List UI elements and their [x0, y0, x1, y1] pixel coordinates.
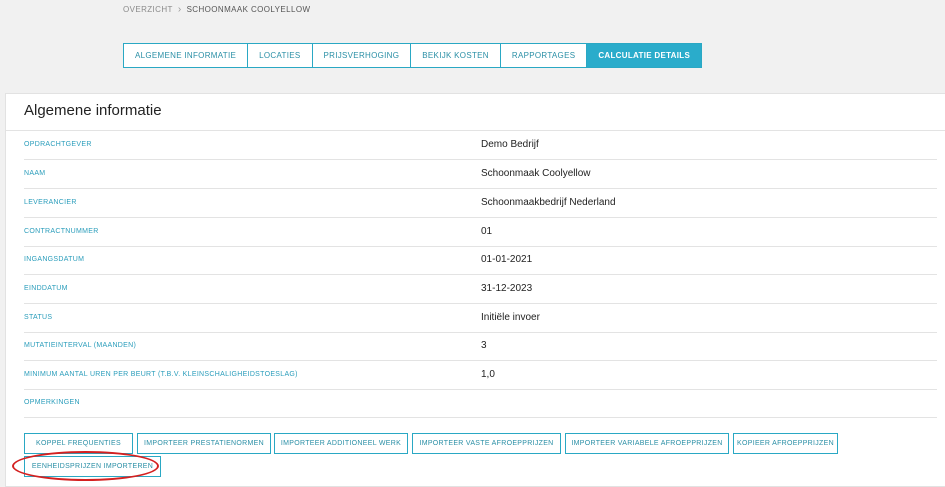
info-row-contractnummer: CONTRACTNUMMER 01 — [24, 218, 937, 247]
row-value: 01 — [481, 226, 493, 237]
tab-prijsverhoging[interactable]: PRIJSVERHOGING — [312, 43, 412, 68]
card-title: Algemene informatie — [24, 102, 162, 119]
info-row-ingangsdatum: INGANGSDATUM 01-01-2021 — [24, 246, 937, 275]
row-label: MUTATIEINTERVAL (MAANDEN) — [24, 342, 137, 349]
breadcrumb-current: SCHOONMAAK COOLYELLOW — [186, 5, 311, 14]
info-row-leverancier: LEVERANCIER Schoonmaakbedrijf Nederland — [24, 189, 937, 218]
tab-algemene-informatie[interactable]: ALGEMENE INFORMATIE — [123, 43, 249, 68]
kopieer-afroepprijzen-button[interactable]: KOPIEER AFROEPPRIJZEN — [733, 433, 838, 454]
info-row-minimum-uren: MINIMUM AANTAL UREN PER BEURT (T.B.V. KL… — [24, 361, 937, 390]
eenheidsprijzen-importeren-button[interactable]: EENHEIDSPRIJZEN IMPORTEREN — [24, 456, 161, 477]
importeer-variabele-afroepprijzen-button[interactable]: IMPORTEER VARIABELE AFROEPPRIJZEN — [565, 433, 729, 454]
row-label: CONTRACTNUMMER — [24, 228, 99, 235]
row-value: 01-01-2021 — [481, 254, 533, 265]
info-row-einddatum: EINDDATUM 31-12-2023 — [24, 275, 937, 304]
koppel-frequenties-button[interactable]: KOPPEL FREQUENTIES — [24, 433, 133, 454]
row-label: INGANGSDATUM — [24, 256, 85, 263]
tab-bar: ALGEMENE INFORMATIE LOCATIES PRIJSVERHOG… — [123, 43, 703, 68]
row-value: Schoonmaak Coolyellow — [481, 168, 591, 179]
general-info-card: Algemene informatie OPDRACHTGEVER Demo B… — [5, 93, 945, 487]
importeer-prestatienormen-button[interactable]: IMPORTEER PRESTATIENORMEN — [137, 433, 271, 454]
info-row-opmerkingen: OPMERKINGEN — [24, 389, 937, 418]
importeer-additioneel-werk-button[interactable]: IMPORTEER ADDITIONEEL WERK — [274, 433, 408, 454]
info-row-naam: NAAM Schoonmaak Coolyellow — [24, 160, 937, 189]
importeer-vaste-afroepprijzen-button[interactable]: IMPORTEER VASTE AFROEPPRIJZEN — [412, 433, 561, 454]
row-label: OPDRACHTGEVER — [24, 141, 92, 148]
row-value: 3 — [481, 340, 487, 351]
row-label: OPMERKINGEN — [24, 399, 80, 406]
info-row-mutatieinterval: MUTATIEINTERVAL (MAANDEN) 3 — [24, 332, 937, 361]
tab-calculatie-details[interactable]: CALCULATIE DETAILS — [587, 43, 703, 68]
tab-rapportages[interactable]: RAPPORTAGES — [500, 43, 588, 68]
info-row-opdrachtgever: OPDRACHTGEVER Demo Bedrijf — [24, 131, 937, 160]
row-value: Demo Bedrijf — [481, 139, 539, 150]
row-label: EINDDATUM — [24, 285, 68, 292]
row-label: NAAM — [24, 170, 46, 177]
breadcrumb: OVERZICHT › SCHOONMAAK COOLYELLOW — [123, 4, 310, 15]
row-value: 31-12-2023 — [481, 283, 533, 294]
chevron-right-icon: › — [177, 4, 182, 15]
info-row-status: STATUS Initiële invoer — [24, 304, 937, 333]
row-value: Initiële invoer — [481, 312, 540, 323]
row-label: MINIMUM AANTAL UREN PER BEURT (T.B.V. KL… — [24, 371, 298, 378]
row-value: 1,0 — [481, 369, 495, 380]
tab-locaties[interactable]: LOCATIES — [248, 43, 313, 68]
row-value: Schoonmaakbedrijf Nederland — [481, 197, 616, 208]
row-label: LEVERANCIER — [24, 199, 77, 206]
tab-bekijk-kosten[interactable]: BEKIJK KOSTEN — [411, 43, 501, 68]
breadcrumb-root[interactable]: OVERZICHT — [123, 5, 173, 14]
row-label: STATUS — [24, 314, 53, 321]
